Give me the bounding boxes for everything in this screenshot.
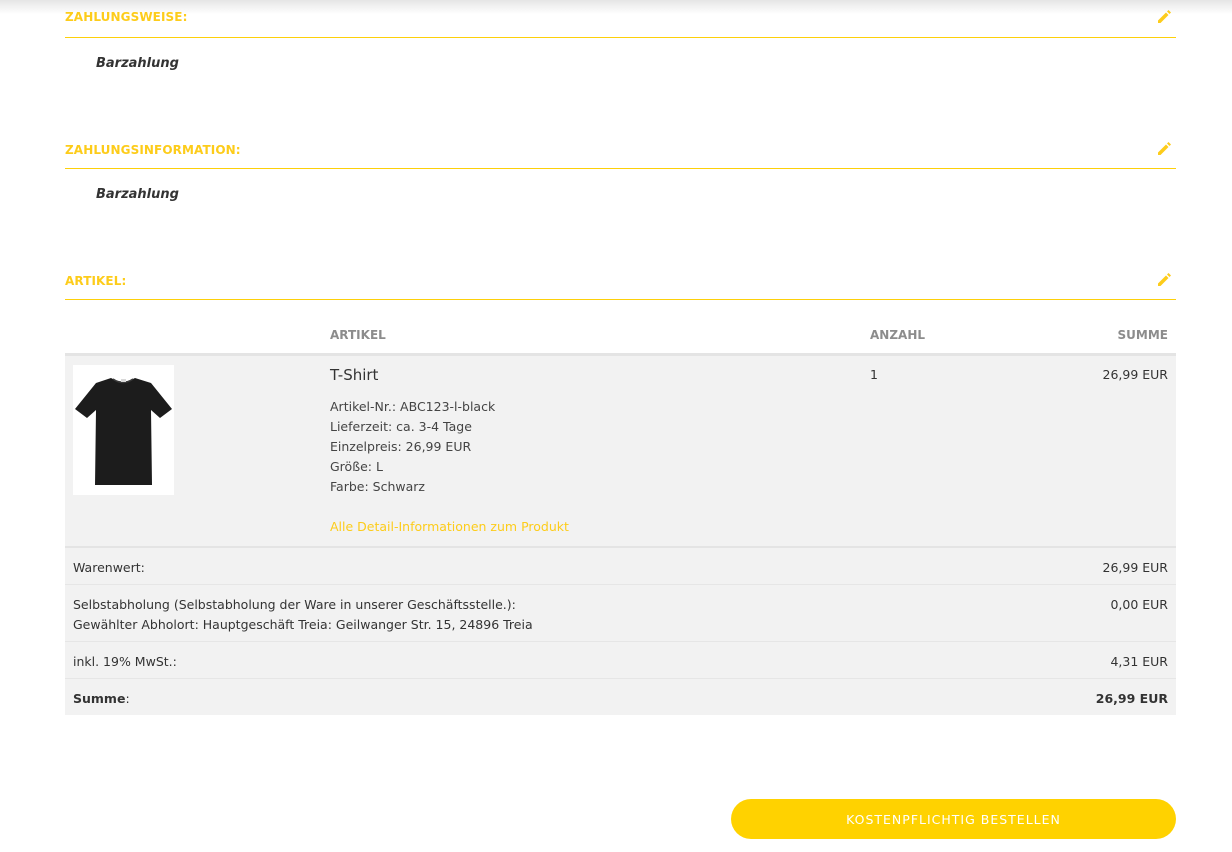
- sum-label-colon: :: [125, 691, 130, 706]
- product-image[interactable]: [73, 365, 174, 495]
- tshirt-image: [75, 378, 172, 485]
- pickup-location-text: Gewählter Abholort: Hauptgeschäft Treia:…: [73, 617, 533, 632]
- shipping-amount: 0,00 EUR: [1110, 597, 1168, 612]
- shipping-method-text: Selbstabholung (Selbstabholung der Ware …: [73, 597, 516, 612]
- edit-pencil-icon[interactable]: [1156, 272, 1172, 288]
- items-header: ARTIKEL:: [65, 262, 1176, 300]
- column-header-sum: SUMME: [1117, 328, 1168, 342]
- items-title: ARTIKEL:: [65, 274, 127, 288]
- payment-method-header: ZAHLUNGSWEISE:: [65, 0, 1176, 38]
- shipping-label: Selbstabholung (Selbstabholung der Ware …: [73, 595, 533, 635]
- item-quantity: 1: [870, 367, 878, 382]
- vat-amount: 4,31 EUR: [1110, 654, 1168, 669]
- sum-label: Summe:: [73, 689, 130, 709]
- goods-value-row: Warenwert: 26,99 EUR: [65, 548, 1176, 585]
- items-table-header: ARTIKEL ANZAHL SUMME: [65, 318, 1176, 356]
- totals-table: Warenwert: 26,99 EUR Selbstabholung (Sel…: [65, 548, 1176, 715]
- shipping-row: Selbstabholung (Selbstabholung der Ware …: [65, 585, 1176, 642]
- payment-method-title: ZAHLUNGSWEISE:: [65, 10, 188, 24]
- product-color: Farbe: Schwarz: [330, 479, 425, 494]
- product-article-number: Artikel-Nr.: ABC123-l-black: [330, 399, 496, 414]
- product-name: T-Shirt: [330, 366, 379, 384]
- payment-info-title: ZAHLUNGSINFORMATION:: [65, 143, 241, 157]
- sum-row: Summe: 26,99 EUR: [65, 679, 1176, 715]
- product-unit-price: Einzelpreis: 26,99 EUR: [330, 439, 472, 454]
- sum-amount: 26,99 EUR: [1095, 691, 1168, 706]
- sum-label-text: Summe: [73, 691, 126, 706]
- place-order-button[interactable]: KOSTENPFLICHTIG BESTELLEN: [731, 799, 1176, 839]
- payment-info-value: Barzahlung: [96, 187, 179, 202]
- goods-value-amount: 26,99 EUR: [1102, 560, 1169, 575]
- item-sum: 26,99 EUR: [1102, 367, 1169, 382]
- column-header-article: ARTIKEL: [330, 328, 386, 342]
- payment-info-header: ZAHLUNGSINFORMATION:: [65, 131, 1176, 169]
- edit-pencil-icon[interactable]: [1156, 9, 1172, 25]
- product-details-link[interactable]: Alle Detail-Informationen zum Produkt: [330, 519, 569, 534]
- vat-row: inkl. 19% MwSt.: 4,31 EUR: [65, 642, 1176, 679]
- items-section: ARTIKEL:: [65, 262, 1176, 300]
- edit-pencil-icon[interactable]: [1156, 141, 1172, 157]
- goods-value-label: Warenwert:: [73, 560, 145, 575]
- vat-label: inkl. 19% MwSt.:: [73, 654, 177, 669]
- payment-info-section: ZAHLUNGSINFORMATION: Barzahlung: [65, 131, 1176, 202]
- product-size: Größe: L: [330, 459, 383, 474]
- column-header-quantity: ANZAHL: [870, 328, 926, 342]
- table-row: T-Shirt Artikel-Nr.: ABC123-l-black Lief…: [65, 356, 1176, 548]
- payment-method-section: ZAHLUNGSWEISE: Barzahlung: [65, 0, 1176, 71]
- product-delivery-time: Lieferzeit: ca. 3-4 Tage: [330, 419, 472, 434]
- payment-method-value: Barzahlung: [96, 56, 179, 71]
